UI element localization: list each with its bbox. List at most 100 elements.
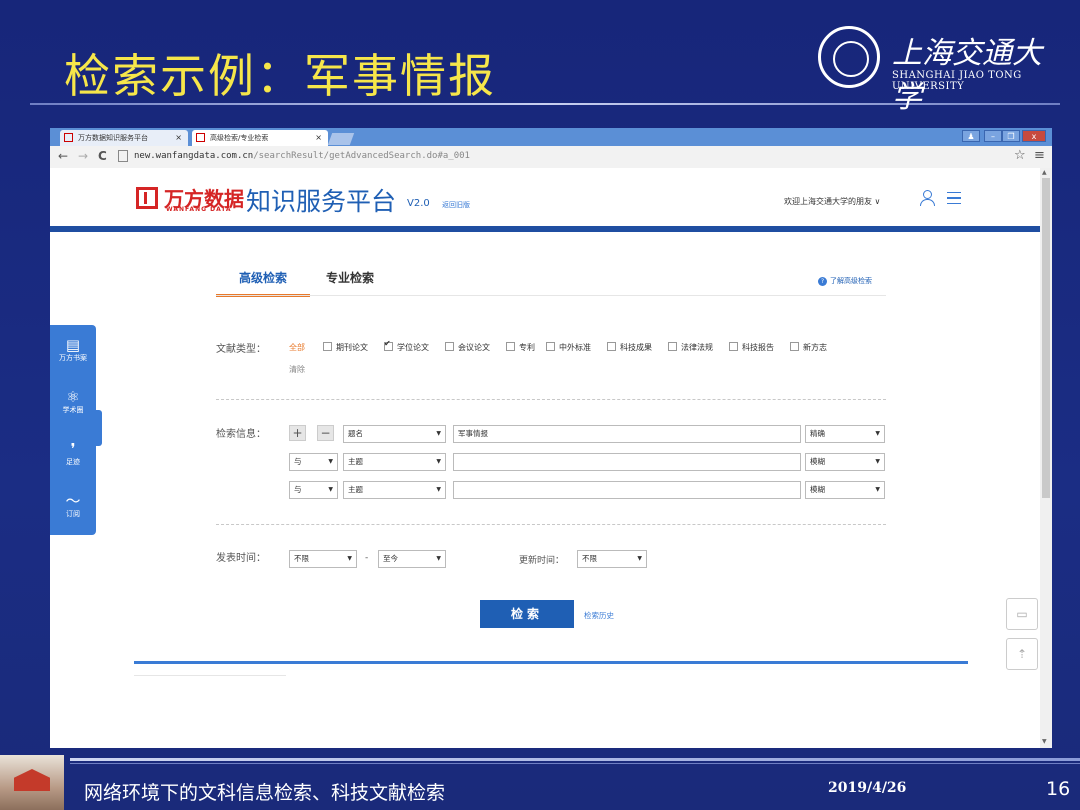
scroll-thumb[interactable] xyxy=(1042,178,1050,498)
browser-tabbar: 万方数据知识服务平台 × 高级检索/专业检索 × ♟ – ❐ x xyxy=(50,128,1052,146)
publish-to-select[interactable]: 至今 ▼ xyxy=(378,550,446,568)
publish-from-select[interactable]: 不限 ▼ xyxy=(289,550,357,568)
dropdown-arrow-icon: ▼ xyxy=(436,458,441,465)
tab-label: 万方数据知识服务平台 xyxy=(78,134,148,142)
section-divider xyxy=(216,399,886,400)
search-input-row2[interactable] xyxy=(453,453,801,471)
section-divider xyxy=(216,524,886,525)
remove-row-button[interactable]: − xyxy=(317,425,334,441)
update-time-select[interactable]: 不限 ▼ xyxy=(577,550,647,568)
checkbox-gazetteer[interactable]: 新方志 xyxy=(790,342,827,353)
select-value: 主题 xyxy=(348,485,363,494)
user-icon[interactable]: ♟ xyxy=(962,130,980,142)
footer-divider xyxy=(70,758,1080,761)
tab-close-icon[interactable]: × xyxy=(175,130,182,146)
feedback-icon[interactable]: ▭ xyxy=(1006,598,1038,630)
add-row-button[interactable]: + xyxy=(289,425,306,441)
back-to-top-icon[interactable]: ⇡ xyxy=(1006,638,1038,670)
reload-icon[interactable]: C xyxy=(98,149,107,163)
checkbox-box[interactable] xyxy=(546,342,555,351)
field-select-row3[interactable]: 主题 ▼ xyxy=(343,481,446,499)
new-tab-button[interactable] xyxy=(327,133,355,145)
scroll-down-icon[interactable]: ▼ xyxy=(1042,738,1047,745)
back-icon[interactable]: ← xyxy=(58,149,68,163)
tab-professional-search[interactable]: 专业检索 xyxy=(326,268,374,288)
search-history-link[interactable]: 检索历史 xyxy=(584,610,614,621)
side-item-label: 足迹 xyxy=(66,458,80,466)
checkbox-box[interactable] xyxy=(790,342,799,351)
welcome-dropdown[interactable]: 欢迎上海交通大学的朋友 ∨ xyxy=(784,196,880,207)
doc-type-label: 文献类型： xyxy=(216,344,266,355)
checkbox-box[interactable] xyxy=(729,342,738,351)
search-button[interactable]: 检索 xyxy=(480,600,574,628)
dropdown-arrow-icon: ▼ xyxy=(875,430,880,437)
side-item-subscribe[interactable]: 〜 订阅 xyxy=(50,493,96,519)
side-item-scholar-network[interactable]: ⚛ 学术圈 xyxy=(50,389,96,415)
checkbox-standard[interactable]: 中外标准 xyxy=(546,342,591,353)
help-link[interactable]: ? 了解高级检索 xyxy=(818,276,872,286)
field-select-row1[interactable]: 题名 ▼ xyxy=(343,425,446,443)
checkbox-report[interactable]: 科技报告 xyxy=(729,342,774,353)
tab-close-icon[interactable]: × xyxy=(315,130,322,146)
page-scrollbar[interactable]: ▲ ▼ xyxy=(1040,168,1052,748)
checkbox-patent[interactable]: 专利 xyxy=(506,342,535,353)
select-value: 模糊 xyxy=(810,457,825,466)
field-select-row2[interactable]: 主题 ▼ xyxy=(343,453,446,471)
side-item-bookshelf[interactable]: ▤ 万方书案 xyxy=(50,337,96,363)
site-header: 万方数据 WANFANG DATA 知识服务平台 V2.0 返回旧版 欢迎上海交… xyxy=(50,168,1040,226)
checkbox-thesis[interactable]: 学位论文 xyxy=(384,339,429,353)
minimize-icon[interactable]: – xyxy=(984,130,1002,142)
version-label: V2.0 xyxy=(407,198,430,209)
checkbox-box[interactable] xyxy=(668,342,677,351)
checkbox-box[interactable] xyxy=(323,342,332,351)
range-dash: - xyxy=(365,553,369,563)
dropdown-arrow-icon: ▼ xyxy=(436,486,441,493)
browser-tab-advanced-search[interactable]: 高级检索/专业检索 × xyxy=(192,130,328,146)
search-input-row3[interactable] xyxy=(453,481,801,499)
checkbox-achievement[interactable]: 科技成果 xyxy=(607,342,652,353)
dropdown-arrow-icon: ▼ xyxy=(637,555,642,562)
checkbox-journal[interactable]: 期刊论文 xyxy=(323,342,368,353)
dropdown-arrow-icon: ▼ xyxy=(875,458,880,465)
match-select-row3[interactable]: 模糊 ▼ xyxy=(805,481,885,499)
side-panel-collapse-handle[interactable] xyxy=(96,410,102,446)
doc-type-all-link[interactable]: 全部 xyxy=(289,342,305,353)
dropdown-arrow-icon: ▼ xyxy=(436,555,441,562)
old-version-link[interactable]: 返回旧版 xyxy=(442,200,470,210)
restore-icon[interactable]: ❐ xyxy=(1002,130,1020,142)
checkbox-conference[interactable]: 会议论文 xyxy=(445,342,490,353)
scroll-up-icon[interactable]: ▲ xyxy=(1042,169,1047,176)
select-value: 与 xyxy=(294,485,302,494)
bookshelf-icon: ▤ xyxy=(65,336,81,354)
checkbox-box[interactable] xyxy=(506,342,515,351)
checkbox-law[interactable]: 法律法规 xyxy=(668,342,713,353)
bottom-divider xyxy=(134,661,968,664)
wanfang-logo-icon[interactable] xyxy=(136,187,158,209)
side-item-footprint[interactable]: ❜ 足迹 xyxy=(50,441,96,467)
url-path: /searchResult/getAdvancedSearch.do#a_001 xyxy=(253,151,470,161)
url-field[interactable]: new.wanfangdata.com.cn/searchResult/getA… xyxy=(118,149,1018,164)
checkbox-box[interactable] xyxy=(607,342,616,351)
doc-type-clear-link[interactable]: 清除 xyxy=(289,364,305,375)
browser-tab-wanfang-home[interactable]: 万方数据知识服务平台 × xyxy=(60,130,188,146)
match-select-row2[interactable]: 模糊 ▼ xyxy=(805,453,885,471)
close-window-icon[interactable]: x xyxy=(1022,130,1046,142)
wanfang-favicon-icon xyxy=(64,133,73,142)
select-value: 不限 xyxy=(582,554,597,563)
brand-name-en: WANFANG DATA xyxy=(166,206,232,213)
hamburger-menu-icon[interactable] xyxy=(947,192,961,204)
checkbox-box[interactable] xyxy=(445,342,454,351)
bookmark-star-icon[interactable]: ☆ xyxy=(1014,148,1026,163)
tab-advanced-search[interactable]: 高级检索 xyxy=(216,268,310,297)
forward-icon[interactable]: → xyxy=(78,149,88,163)
select-value: 至今 xyxy=(383,554,398,563)
logic-select-row2[interactable]: 与 ▼ xyxy=(289,453,338,471)
checkbox-box[interactable] xyxy=(384,339,393,351)
search-input-row1[interactable]: 军事情报 xyxy=(453,425,801,443)
user-icon[interactable] xyxy=(920,190,935,206)
platform-title: 知识服务平台 xyxy=(246,187,397,216)
match-select-row1[interactable]: 精确 ▼ xyxy=(805,425,885,443)
browser-menu-icon[interactable]: ≡ xyxy=(1034,148,1045,163)
url-host: new.wanfangdata.com.cn xyxy=(134,151,254,161)
logic-select-row3[interactable]: 与 ▼ xyxy=(289,481,338,499)
